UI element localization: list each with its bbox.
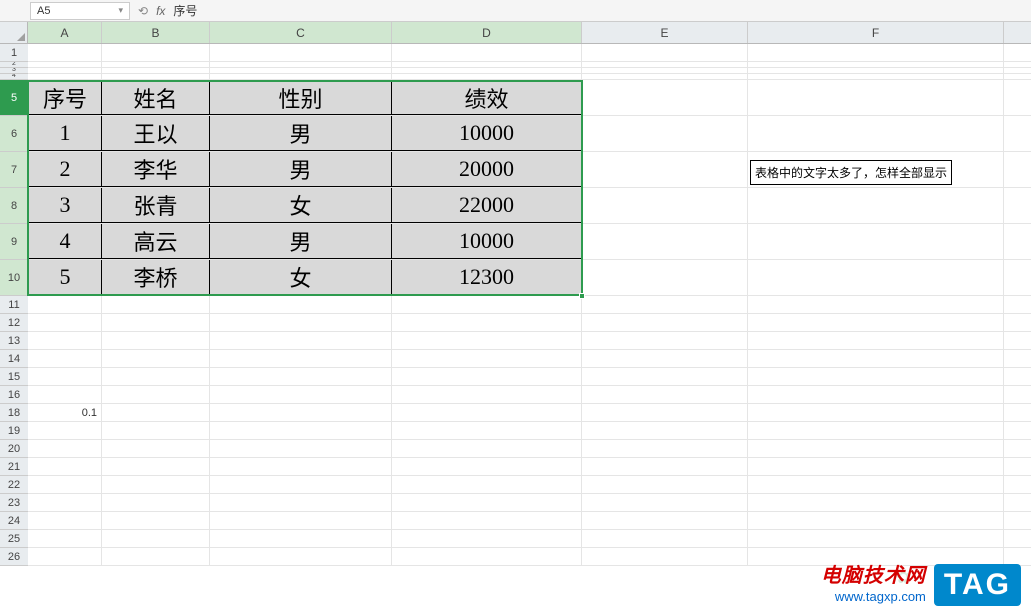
table-cell[interactable]: 2 [28,152,102,187]
row-header[interactable]: 11 [0,296,28,314]
row-header[interactable]: 12 [0,314,28,332]
column-header[interactable]: B [102,22,210,43]
column-header[interactable]: F [748,22,1004,43]
spreadsheet-area: 1 2 3 4 5 6 7 8 9 10 11 12 13 14 15 16 1… [0,22,1031,616]
column-headers: A B C D E F [28,22,1031,44]
row-header[interactable]: 26 [0,548,28,566]
watermark: 电脑技术网 www.tagxp.com TAG [821,563,1021,606]
row-header[interactable]: 13 [0,332,28,350]
table-cell[interactable]: 22000 [392,188,582,223]
cell-a18[interactable]: 0.1 [28,404,102,421]
table-cell[interactable]: 张青 [102,188,210,223]
table-cell[interactable]: 5 [28,260,102,295]
note-text-box[interactable]: 表格中的文字太多了，怎样全部显示 [750,160,952,185]
table-cell[interactable]: 女 [210,188,392,223]
table-header-cell[interactable]: 性别 [210,80,392,115]
formula-bar-row: A5 ▾ ⟲ fx 序号 [0,0,1031,22]
formula-bar-input[interactable]: 序号 [173,2,197,19]
fx-icon[interactable]: fx [156,4,165,18]
row-header[interactable]: 16 [0,386,28,404]
chevron-down-icon[interactable]: ▾ [118,5,123,16]
table-cell[interactable]: 20000 [392,152,582,187]
table-header-cell[interactable]: 序号 [28,80,102,115]
table-cell[interactable]: 李华 [102,152,210,187]
watermark-title: 电脑技术网 [821,563,926,589]
table-cell[interactable]: 3 [28,188,102,223]
row-header[interactable]: 5 [0,80,28,116]
row-header[interactable]: 14 [0,350,28,368]
table-cell[interactable]: 男 [210,116,392,151]
row-header[interactable]: 6 [0,116,28,152]
row-header[interactable]: 9 [0,224,28,260]
grid[interactable]: 序号 姓名 性别 绩效 1 王以 男 10000 2 李华 男 20000 [28,44,1031,566]
fill-handle[interactable] [579,293,585,299]
row-header[interactable]: 10 [0,260,28,296]
column-header[interactable]: A [28,22,102,43]
table-header-cell[interactable]: 绩效 [392,80,582,115]
table-cell[interactable]: 王以 [102,116,210,151]
watermark-url: www.tagxp.com [821,589,926,606]
table-cell[interactable]: 10000 [392,224,582,259]
column-header[interactable]: D [392,22,582,43]
table-cell[interactable]: 12300 [392,260,582,295]
column-header[interactable]: E [582,22,748,43]
table-cell[interactable]: 李桥 [102,260,210,295]
table-cell[interactable]: 男 [210,152,392,187]
name-box[interactable]: A5 ▾ [30,2,130,20]
name-box-value: A5 [37,5,50,17]
column-header[interactable]: C [210,22,392,43]
row-header[interactable]: 22 [0,476,28,494]
row-header[interactable]: 1 [0,44,28,62]
table-cell[interactable]: 4 [28,224,102,259]
table-cell[interactable]: 女 [210,260,392,295]
row-header[interactable]: 21 [0,458,28,476]
row-header[interactable]: 20 [0,440,28,458]
cancel-icon[interactable]: ⟲ [138,4,148,18]
table-cell[interactable]: 10000 [392,116,582,151]
table-cell[interactable]: 1 [28,116,102,151]
row-header[interactable]: 25 [0,530,28,548]
watermark-tag-badge: TAG [934,564,1021,606]
row-header[interactable]: 23 [0,494,28,512]
row-header[interactable]: 19 [0,422,28,440]
row-header[interactable]: 15 [0,368,28,386]
row-header[interactable]: 7 [0,152,28,188]
select-all-corner[interactable] [0,22,28,44]
table-cell[interactable]: 高云 [102,224,210,259]
row-header[interactable]: 24 [0,512,28,530]
row-header[interactable]: 18 [0,404,28,422]
table-cell[interactable]: 男 [210,224,392,259]
row-header[interactable]: 8 [0,188,28,224]
table-header-cell[interactable]: 姓名 [102,80,210,115]
